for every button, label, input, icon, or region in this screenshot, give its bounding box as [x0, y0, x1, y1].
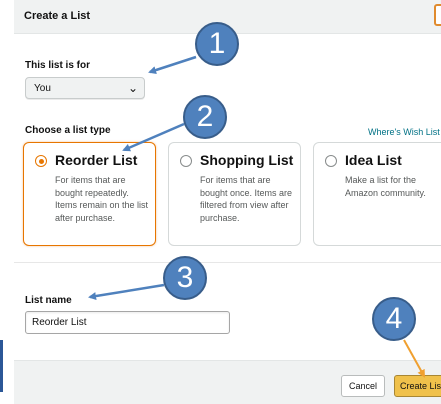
left-accent-bar: [0, 340, 3, 392]
list-type-label: Choose a list type: [25, 125, 111, 136]
cancel-button[interactable]: Cancel: [341, 375, 385, 397]
option-title: Shopping List: [200, 152, 294, 168]
list-name-label: List name: [25, 295, 72, 306]
wish-list-help-link[interactable]: Where's Wish List: [368, 127, 440, 137]
list-type-option-reorder[interactable]: Reorder List For items that are bought r…: [23, 142, 156, 246]
close-button[interactable]: [434, 4, 441, 26]
list-type-option-shopping[interactable]: Shopping List For items that are bought …: [168, 142, 301, 246]
option-description: For items that are bought repeatedly. It…: [55, 175, 149, 223]
option-title: Idea List: [345, 152, 402, 168]
create-list-button[interactable]: Create List: [394, 375, 441, 397]
callout-badge-3: 3: [163, 256, 207, 300]
radio-unchecked-icon[interactable]: [180, 155, 192, 167]
list-type-option-idea[interactable]: Idea List Make a list for the Amazon com…: [313, 142, 441, 246]
radio-unchecked-icon[interactable]: [325, 155, 337, 167]
section-divider: [14, 262, 441, 263]
callout-badge-1: 1: [195, 22, 239, 66]
list-for-select[interactable]: You ⌄: [25, 77, 145, 99]
option-description: Make a list for the Amazon community.: [345, 175, 426, 198]
list-for-label: This list is for: [25, 60, 91, 71]
callout-badge-4: 4: [372, 297, 416, 341]
list-for-selected-value: You: [34, 83, 51, 94]
radio-checked-icon[interactable]: [35, 155, 47, 167]
option-title: Reorder List: [55, 152, 138, 168]
dialog-title: Create a List: [24, 10, 91, 22]
list-name-input[interactable]: [25, 311, 230, 334]
option-description: For items that are bought once. Items ar…: [200, 175, 293, 223]
callout-badge-2: 2: [183, 95, 227, 139]
chevron-down-icon: ⌄: [127, 81, 138, 95]
